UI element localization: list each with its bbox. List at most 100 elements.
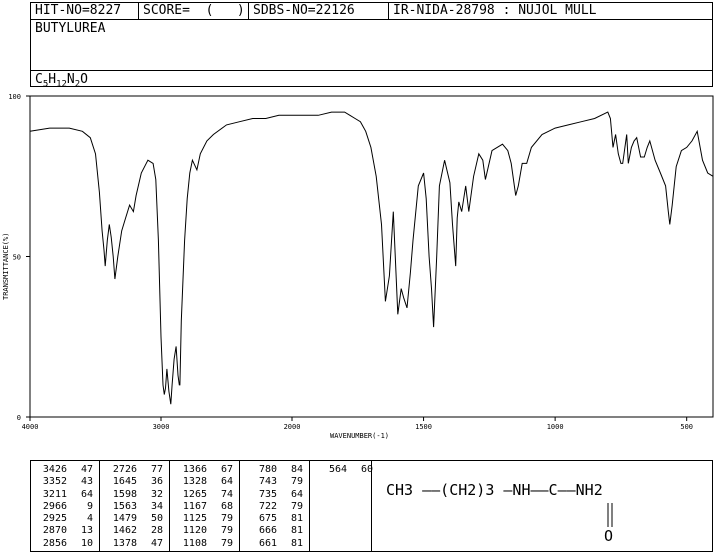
- peak-wavenumber: 743: [258, 476, 277, 488]
- peak-column: 564 60: [315, 464, 373, 476]
- peak-transmittance: 77: [150, 464, 163, 475]
- column-divider: [169, 461, 170, 551]
- peak-row: 722 79: [245, 501, 303, 513]
- peak-row: 1462 28: [105, 525, 163, 537]
- peak-row: 1366 67: [175, 464, 233, 476]
- peak-wavenumber: 2870: [42, 525, 67, 537]
- peak-wavenumber: 1645: [112, 476, 137, 488]
- peak-wavenumber: 1125: [182, 513, 207, 525]
- peak-row: 1328 64: [175, 476, 233, 488]
- spectrum-series-line: [29, 111, 714, 405]
- peak-wavenumber: 1265: [182, 488, 207, 500]
- peak-wavenumber: 1366: [182, 464, 207, 475]
- x-tick-label: 500: [680, 423, 693, 431]
- peak-transmittance: 68: [220, 500, 233, 512]
- peak-transmittance: 81: [290, 513, 303, 525]
- peak-row: 564 60: [315, 464, 373, 476]
- x-axis-label: WAVENUMBER(-1): [330, 432, 389, 440]
- peak-transmittance: 13: [80, 525, 93, 537]
- peak-transmittance: 50: [150, 513, 163, 525]
- peak-transmittance: 60: [360, 464, 373, 475]
- peak-wavenumber: 1479: [112, 513, 137, 525]
- peak-wavenumber: 1598: [112, 488, 137, 500]
- peak-row: 2856 10: [35, 538, 93, 550]
- peak-transmittance: 81: [290, 525, 303, 537]
- y-axis-label: TRANSMITTANCE(%): [2, 233, 10, 300]
- peak-row: 743 79: [245, 476, 303, 488]
- y-tick-label: 50: [13, 254, 21, 262]
- x-tick-label: 3000: [153, 423, 170, 431]
- peak-transmittance: 43: [80, 476, 93, 488]
- peak-transmittance: 64: [290, 488, 303, 500]
- peak-transmittance: 36: [150, 476, 163, 488]
- peak-row: 2925 4: [35, 513, 93, 525]
- peak-wavenumber: 3352: [42, 476, 67, 488]
- column-divider: [309, 461, 310, 551]
- peak-row: 1598 32: [105, 489, 163, 501]
- peak-transmittance: 67: [220, 464, 233, 475]
- x-tick-label: 1500: [415, 423, 432, 431]
- peak-row: 1108 79: [175, 538, 233, 550]
- peak-column: 2726 77 1645 36 1598 32 1563 34 1479 50 1462 28 1378…: [105, 464, 163, 550]
- structure-formula: CH3 ——(CH2)3 —NH——C——NH2 O: [386, 475, 613, 545]
- peak-wavenumber: 1563: [112, 500, 137, 512]
- peak-wavenumber: 3426: [42, 464, 67, 475]
- peak-row: 3211 64: [35, 489, 93, 501]
- peak-row: 1563 34: [105, 501, 163, 513]
- table-divider: [371, 461, 372, 551]
- peak-wavenumber: 2726: [112, 464, 137, 475]
- peak-wavenumber: 564: [328, 464, 347, 475]
- x-axis-ticks: 4000 3000 2000 1500 1000 500: [22, 417, 693, 431]
- peak-transmittance: 4: [86, 513, 93, 525]
- peak-table: 3426 47 3352 43 3211 64 2966 9 2925 4 2870 13 2856 10…: [30, 460, 713, 552]
- peak-transmittance: 9: [86, 500, 93, 512]
- ir-spectrum-chart: 0 50 100 4000 3000 2000 1500 1000 500 TRANSMITT…: [2, 93, 714, 440]
- peak-transmittance: 81: [290, 537, 303, 549]
- peak-transmittance: 79: [220, 537, 233, 549]
- peak-wavenumber: 735: [258, 488, 277, 500]
- peak-wavenumber: 1328: [182, 476, 207, 488]
- peak-transmittance: 79: [220, 525, 233, 537]
- peak-transmittance: 10: [80, 537, 93, 549]
- peak-wavenumber: 1378: [112, 537, 137, 549]
- peak-transmittance: 32: [150, 488, 163, 500]
- peak-row: 2966 9: [35, 501, 93, 513]
- carbonyl-oxygen: O: [604, 527, 613, 545]
- peak-row: 661 81: [245, 538, 303, 550]
- peak-wavenumber: 666: [258, 525, 277, 537]
- peak-transmittance: 79: [290, 500, 303, 512]
- peak-row: 2870 13: [35, 525, 93, 537]
- peak-row: 3426 47: [35, 464, 93, 476]
- peak-transmittance: 34: [150, 500, 163, 512]
- peak-row: 780 84: [245, 464, 303, 476]
- peak-wavenumber: 3211: [42, 488, 67, 500]
- y-tick-label: 0: [17, 414, 21, 422]
- peak-column: 780 84 743 79 735 64 722 79 675 81 666 81 661 81: [245, 464, 303, 550]
- peak-transmittance: 74: [220, 488, 233, 500]
- peak-column: 1366 67 1328 64 1265 74 1167 68 1125 79 1120 79 1108…: [175, 464, 233, 550]
- peak-wavenumber: 1120: [182, 525, 207, 537]
- peak-row: 1167 68: [175, 501, 233, 513]
- plot-frame: [29, 95, 714, 418]
- y-axis-ticks: 0 50 100: [8, 93, 30, 422]
- peak-row: 1120 79: [175, 525, 233, 537]
- x-tick-label: 4000: [22, 423, 39, 431]
- y-tick-label: 100: [8, 93, 21, 101]
- peak-wavenumber: 675: [258, 513, 277, 525]
- peak-row: 1125 79: [175, 513, 233, 525]
- peak-wavenumber: 2966: [42, 500, 67, 512]
- peak-transmittance: 47: [150, 537, 163, 549]
- peak-transmittance: 84: [290, 464, 303, 475]
- peak-wavenumber: 661: [258, 537, 277, 549]
- peak-transmittance: 79: [290, 476, 303, 488]
- structure-text: CH3 ——(CH2)3 —NH——C——NH2: [386, 481, 603, 499]
- peak-wavenumber: 1462: [112, 525, 137, 537]
- peak-row: 1265 74: [175, 489, 233, 501]
- peak-row: 1378 47: [105, 538, 163, 550]
- peak-transmittance: 28: [150, 525, 163, 537]
- peak-row: 1479 50: [105, 513, 163, 525]
- peak-row: 735 64: [245, 489, 303, 501]
- peak-wavenumber: 780: [258, 464, 277, 475]
- peak-wavenumber: 1167: [182, 500, 207, 512]
- peak-transmittance: 64: [220, 476, 233, 488]
